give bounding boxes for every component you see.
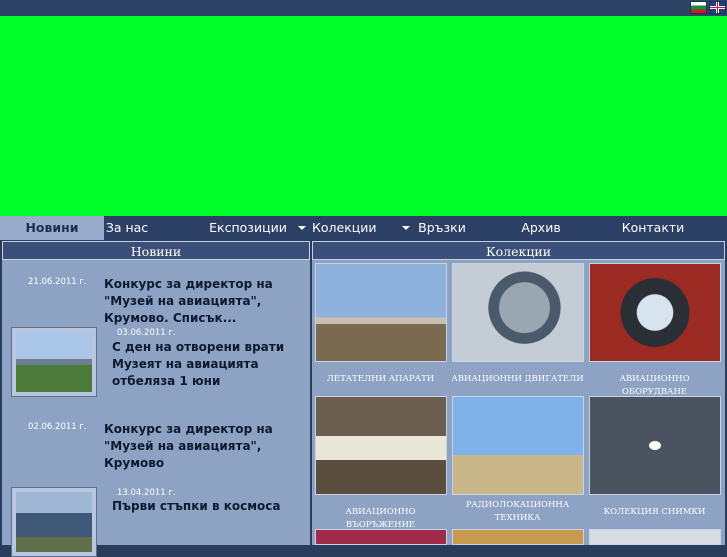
collection-label[interactable]: ЛЕТАТЕЛНИ АПАРАТИ [312,373,449,386]
collection-label[interactable]: АВИАЦИОННИ ДВИГАТЕЛИ [449,373,586,386]
nav-collections[interactable]: Колекции [312,216,377,240]
news-date: 03.06.2011 г. [117,328,176,338]
news-title-link[interactable]: Първи стъпки в космоса [112,498,308,515]
collection-image[interactable] [315,529,447,545]
expositions-dropdown-icon[interactable] [296,216,308,240]
news-title-link[interactable]: С ден на отворени врати Музеят на авиаци… [112,339,308,390]
collection-photos-image[interactable] [589,396,721,495]
collection-label[interactable]: КОЛЕКЦИЯ СНИМКИ [586,506,723,519]
news-item: 21.06.2011 г. Конкурс за директор на "Му… [2,261,310,325]
top-bar [0,0,727,16]
collection-armament-image[interactable] [315,396,447,495]
news-thumbnail[interactable] [11,327,97,397]
news-date: 02.06.2011 г. [28,422,87,432]
main-nav: Новини За нас Експозиции Колекции Връзки… [0,216,727,240]
news-date: 13.04.2011 г. [117,488,176,498]
nav-news[interactable]: Новини [0,216,104,240]
english-flag-icon[interactable] [709,1,726,14]
collection-image[interactable] [589,529,721,545]
nav-expositions[interactable]: Експозиции [208,216,288,240]
news-item: 02.06.2011 г. Конкурс за директор на "Му… [2,421,310,471]
news-title-link[interactable]: Конкурс за директор на "Музей на авиация… [104,276,306,327]
nav-archive[interactable]: Архив [517,216,565,240]
collections-dropdown-icon[interactable] [400,216,412,240]
collection-image[interactable] [452,529,584,545]
news-item: 03.06.2011 г. С ден на отворени врати Му… [2,327,310,407]
news-thumbnail[interactable] [11,487,97,557]
collections-panel: Колекции ЛЕТАТЕЛНИ АПАРАТИ АВИАЦИОННИ ДВ… [312,241,725,545]
bulgarian-flag-icon[interactable] [690,1,707,14]
nav-links[interactable]: Връзки [416,216,468,240]
collection-label[interactable]: РАДИОЛОКАЦИОННА ТЕХНИКА [449,499,586,525]
news-item: 13.04.2011 г. Първи стъпки в космоса [2,487,310,557]
collections-panel-header: Колекции [312,241,725,260]
header-banner [0,16,727,216]
collection-radar-image[interactable] [452,396,584,495]
news-title-link[interactable]: Конкурс за директор на "Музей на авиация… [104,421,306,472]
news-panel: Новини 21.06.2011 г. Конкурс за директор… [2,241,310,557]
news-panel-header: Новини [2,241,310,260]
nav-about[interactable]: За нас [104,216,150,240]
collection-engines-image[interactable] [452,263,584,362]
news-date: 21.06.2011 г. [28,277,87,287]
collection-equipment-image[interactable] [589,263,721,362]
nav-contacts[interactable]: Контакти [620,216,686,240]
collection-aircraft-image[interactable] [315,263,447,362]
